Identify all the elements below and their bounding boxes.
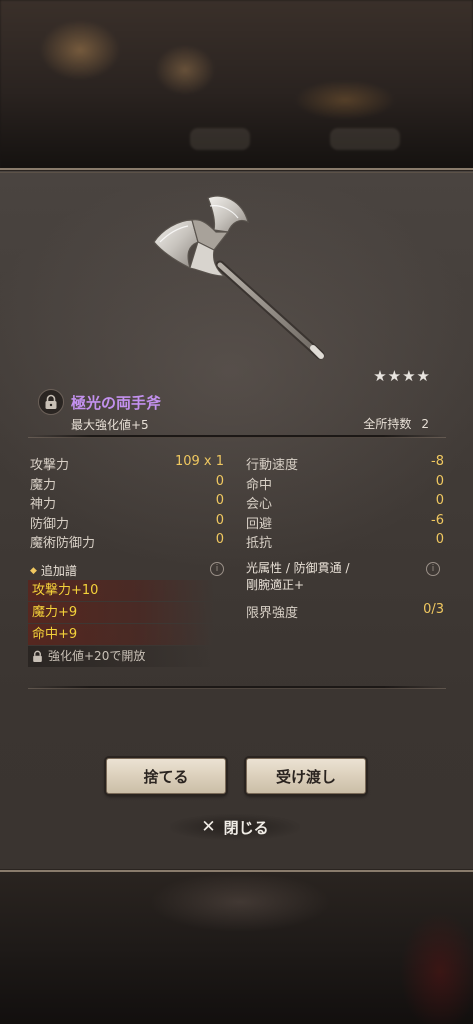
section-divider [28,686,446,689]
stat-row-divine: 神力 0 [30,493,224,513]
stat-value: 0 [435,473,444,489]
stat-value: 0 [435,493,444,508]
stat-label: 行動速度 [246,458,299,473]
traits-text: 光属性 / 防御貫通 / 剛腕適正+ [246,560,350,594]
stats-left-column: 攻撃力 109 x 1 魔力 0 神力 0 防御力 0 魔術防御力 0 [30,454,224,552]
limit-strength-row: 限界強度 0/3 [246,602,444,621]
bonus-row: 攻撃力+10 [28,580,214,601]
close-label: 閉じる [223,818,269,837]
limit-strength-label: 限界強度 [246,606,299,621]
item-detail-panel: ★★★★ 極光の両手斧 最大強化値+5 全所持数 2 攻撃力 109 x 1 魔力 0… [0,168,473,872]
owned-number: 2 [421,417,429,431]
lock-toggle-button[interactable] [38,389,64,415]
stat-value: -6 [431,512,444,528]
traits-info-icon[interactable]: i [426,562,440,576]
two-handed-axe-icon [153,195,325,360]
stat-value: 0 [215,512,224,528]
background-blur-element [330,128,400,150]
background-blur-element [190,128,250,150]
stat-row-magic: 魔力 0 [30,474,224,494]
traits-line: 光属性 / 防御貫通 / [246,561,350,575]
stat-value: -8 [431,454,444,469]
unlock-condition-text: 強化値+20で開放 [48,649,146,663]
padlock-icon [45,394,57,409]
section-divider [28,435,446,438]
stat-label: 攻撃力 [30,458,70,473]
stat-value: 0 [215,473,224,489]
stat-label: 魔術防御力 [30,536,96,551]
stat-value: 0 [435,532,444,547]
bonus-unlock-row: 強化値+20で開放 [28,646,214,667]
stat-value: 109 x 1 [174,454,224,469]
traits-line: 剛腕適正+ [246,578,305,592]
close-button[interactable]: ✕ 閉じる [170,812,300,842]
stat-row-critical: 会心 0 [246,493,444,513]
bonus-section-header: ◆ 追加譜 [30,562,77,579]
owned-label: 全所持数 [363,417,412,431]
stat-label: 防御力 [30,516,70,532]
max-enhance-value: 最大強化値+5 [71,418,149,432]
rarity-stars: ★★★★ [373,367,431,385]
owned-count: 全所持数 2 [363,415,429,432]
stat-label: 命中 [246,477,273,493]
stat-label: 会心 [246,497,273,512]
stat-row-defense: 防御力 0 [30,513,224,533]
bonus-row: 魔力+9 [28,602,214,623]
stat-value: 0 [215,493,224,508]
transfer-button[interactable]: 受け渡し [246,758,366,794]
bonus-section-title: 追加譜 [40,564,77,578]
stat-label: 神力 [30,497,57,512]
stat-row-attack: 攻撃力 109 x 1 [30,454,224,474]
stat-row-action-speed: 行動速度 -8 [246,454,444,474]
stat-row-accuracy: 命中 0 [246,474,444,494]
stat-label: 回避 [246,516,273,532]
stat-row-evasion: 回避 -6 [246,513,444,533]
stat-row-magic-defense: 魔術防御力 0 [30,532,224,552]
stat-label: 抵抗 [246,536,273,551]
diamond-bullet-icon: ◆ [30,565,37,576]
item-name: 極光の両手斧 [71,394,162,412]
close-icon: ✕ [201,817,216,837]
discard-button[interactable]: 捨てる [106,758,226,794]
stat-row-resistance: 抵抗 0 [246,532,444,552]
stat-label: 魔力 [30,477,57,493]
stats-right-column: 行動速度 -8 命中 0 会心 0 回避 -6 抵抗 0 [246,454,444,552]
background-scene-top [0,0,473,168]
bonus-row: 命中+9 [28,624,214,645]
background-scene-bottom [0,872,473,1024]
bonus-info-icon[interactable]: i [210,562,224,576]
stat-value: 0 [215,532,224,547]
limit-strength-value: 0/3 [423,602,444,617]
padlock-icon [33,650,42,662]
